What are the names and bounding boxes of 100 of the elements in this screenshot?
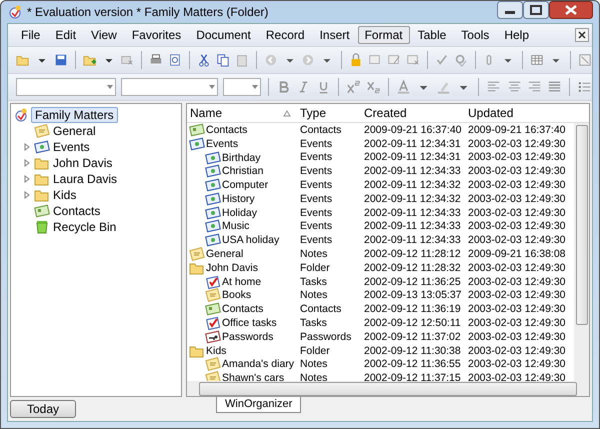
table-cell: General	[206, 248, 244, 260]
style-dropdown[interactable]	[121, 78, 218, 96]
menu-item[interactable]: Record	[258, 26, 312, 44]
table-cell-text: Events	[299, 151, 334, 164]
card-icon	[34, 139, 50, 155]
table-cell-text: 2002-09-13 13:05:37	[363, 289, 462, 302]
menu-item[interactable]: Help	[497, 26, 536, 44]
horizontal-scrollbar[interactable]	[187, 381, 589, 396]
table-cell-text: Notes	[299, 372, 328, 381]
spell-check-icon[interactable]	[454, 52, 468, 68]
table-cell-text: 2002-09-11 12:34:31	[363, 151, 462, 164]
table-cell-text: Contacts	[299, 124, 342, 136]
tree-item[interactable]: Contacts	[53, 204, 100, 218]
table-cell-text: 2003-02-03 12:49:30	[467, 276, 566, 288]
tree-item[interactable]: Laura Davis	[53, 172, 118, 186]
table-cell-text: 2009-09-21 16:38:08	[467, 248, 566, 260]
table-cell-text: Notes	[299, 358, 328, 370]
table-cell: Computer	[222, 179, 268, 192]
table-cell-text: Folder	[299, 344, 331, 357]
table-icon[interactable]	[530, 52, 544, 68]
menu-item[interactable]: Edit	[48, 26, 84, 44]
table-cell-text: Events	[299, 206, 334, 219]
table-cell-text: 2002-09-12 11:36:25	[363, 276, 462, 288]
close-icon[interactable]	[575, 28, 589, 42]
menu-item[interactable]: Document	[189, 26, 258, 44]
preview-icon[interactable]	[168, 52, 182, 68]
table-cell-text: 2002-09-11 12:34:33	[363, 206, 462, 219]
menu-item[interactable]: View	[84, 26, 124, 44]
table-cell-text: 2002-09-11 12:34:32	[363, 192, 462, 205]
menu-item[interactable]: File	[14, 26, 48, 44]
column-header[interactable]: Type	[297, 106, 361, 120]
app-logo-icon	[7, 4, 23, 20]
sort-arrow-icon	[283, 110, 291, 116]
table-cell-text: Passwords	[299, 330, 352, 343]
table-cell-text: Events	[299, 165, 334, 178]
tree-item[interactable]: General	[53, 124, 96, 138]
table-cell: At home	[222, 276, 262, 288]
checklist-icon	[205, 274, 221, 290]
key-card-icon	[205, 328, 221, 345]
table-cell-text: Folder	[299, 262, 331, 274]
vertical-scrollbar[interactable]	[574, 123, 589, 381]
caret-icon	[250, 84, 260, 90]
table-cell: Passwords	[222, 330, 274, 343]
resize-icon[interactable]	[578, 52, 592, 68]
superscript-icon[interactable]	[346, 79, 361, 95]
subscript-icon[interactable]	[366, 79, 382, 95]
column-header[interactable]: Updated	[465, 106, 571, 120]
table-cell-text: 2003-02-03 12:49:30	[467, 289, 566, 302]
table-cell-text: 2002-09-11 12:34:33	[363, 234, 462, 246]
table-cell: Contacts	[222, 303, 264, 316]
close-button[interactable]	[549, 1, 593, 19]
menu-item[interactable]: Tools	[454, 26, 496, 44]
copy-icon[interactable]	[216, 52, 230, 68]
table-cell: USA holiday	[222, 234, 280, 246]
tab[interactable]: WinOrganizer	[216, 397, 302, 413]
size-dropdown[interactable]	[222, 78, 261, 96]
table-cell-text: Events	[299, 220, 334, 232]
font-dropdown[interactable]	[16, 78, 116, 96]
table-cell-text: 2003-02-03 12:49:30	[467, 317, 566, 330]
note-icon	[34, 123, 50, 139]
table-cell: Birthday	[222, 152, 261, 164]
table-cell-text: Notes	[299, 289, 328, 302]
table-cell: Kids	[206, 344, 226, 357]
table-cell-text: Events	[299, 179, 334, 192]
save-icon[interactable]	[54, 52, 68, 68]
cut-icon[interactable]	[197, 52, 211, 68]
caret-icon	[105, 84, 116, 90]
menu-item[interactable]: Insert	[312, 26, 357, 44]
table-cell-text: 2003-02-03 12:49:30	[467, 262, 566, 274]
table-cell-text: 2002-09-12 11:30:38	[363, 344, 462, 357]
column-header[interactable]: Created	[361, 106, 465, 120]
table-cell-text: 2002-09-12 11:28:32	[363, 262, 462, 274]
table-cell-text: 2002-09-12 11:36:19	[363, 303, 462, 316]
lock-icon[interactable]	[349, 52, 364, 68]
tree-item[interactable]: Events	[53, 140, 90, 154]
note-icon	[205, 287, 221, 304]
table-cell-text: 2003-02-03 12:49:30	[467, 358, 566, 370]
column-header[interactable]: Name	[187, 106, 297, 120]
card-icon	[205, 204, 221, 221]
check-icon[interactable]	[434, 52, 449, 68]
tree-item[interactable]: Kids	[53, 188, 76, 202]
tree-item[interactable]: Recycle Bin	[53, 220, 116, 234]
tree-item[interactable]: Family Matters	[31, 106, 118, 122]
table-cell: Christian	[222, 165, 264, 178]
menu-item[interactable]: Table	[410, 26, 454, 44]
today-button[interactable]: Today	[10, 400, 76, 418]
table-cell-text: 2003-02-03 12:49:30	[467, 192, 566, 205]
menu-item[interactable]: Format	[358, 26, 410, 44]
card-icon	[205, 232, 221, 248]
contact-card-icon	[189, 123, 205, 138]
menu-item[interactable]: Favorites	[124, 26, 188, 44]
maximize-button[interactable]	[523, 1, 549, 19]
forward-icon[interactable]	[301, 52, 316, 68]
tree-item[interactable]: John Davis	[53, 156, 112, 170]
minimize-button[interactable]	[497, 1, 523, 19]
font-color-icon[interactable]	[396, 79, 412, 95]
card-icon	[189, 136, 205, 152]
back-icon[interactable]	[264, 52, 278, 68]
table-cell-text: Tasks	[299, 317, 328, 330]
card-icon	[205, 150, 221, 166]
